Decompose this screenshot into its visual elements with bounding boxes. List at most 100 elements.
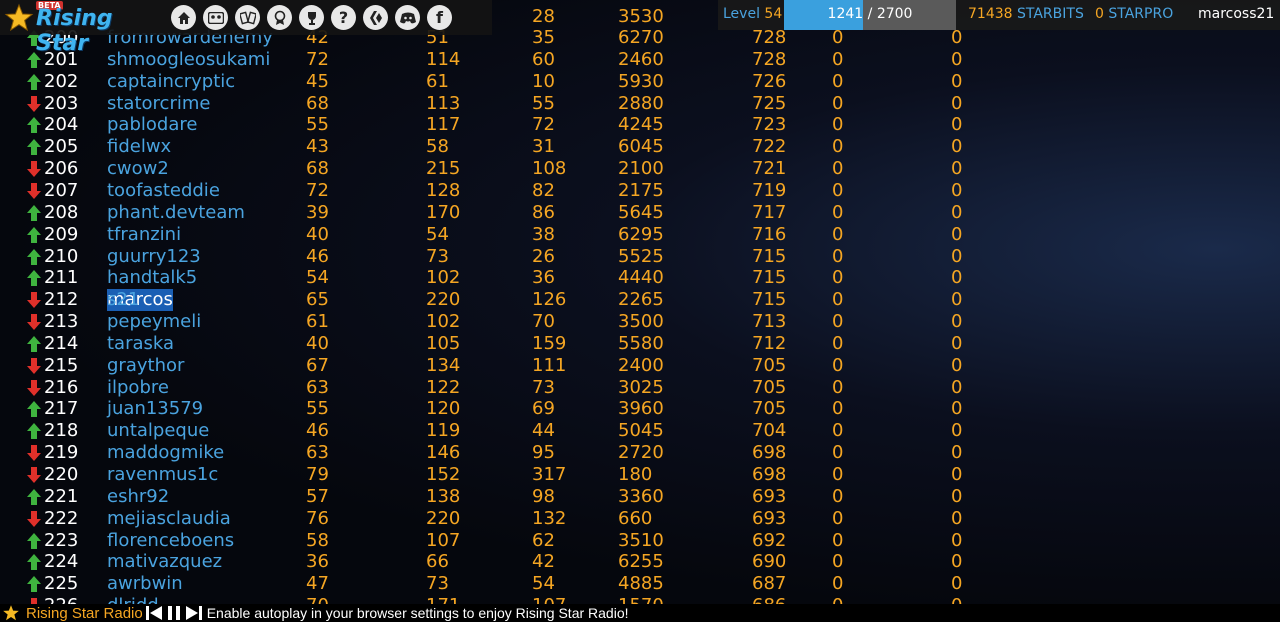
home-icon[interactable]	[171, 5, 196, 30]
username-link[interactable]: mativazquez	[107, 551, 222, 573]
username-link[interactable]: pablodare	[107, 114, 197, 136]
username-link[interactable]: pepeymeli	[107, 311, 201, 333]
discord-icon[interactable]	[395, 5, 420, 30]
next-track-icon[interactable]	[185, 605, 203, 621]
star-logo-icon[interactable]	[4, 3, 34, 33]
username-link[interactable]: statorcrime	[107, 93, 210, 115]
stat-cell: 0	[951, 289, 963, 311]
stat-cell: 717	[752, 201, 787, 223]
stat-cell: 0	[951, 420, 963, 442]
username-link[interactable]: ravenmus1c	[107, 464, 218, 486]
stat-cell: 43	[306, 136, 329, 158]
stat-cell: 61	[306, 311, 329, 333]
player-level: Level 54	[723, 6, 783, 22]
stat-cell: 2880	[618, 92, 664, 114]
username-link[interactable]: untalpeque	[107, 420, 209, 442]
pause-icon[interactable]	[165, 605, 183, 621]
stat-cell: 726	[752, 70, 787, 92]
username-link[interactable]: graythor	[107, 355, 184, 377]
username-link[interactable]: guurry123	[107, 246, 201, 268]
table-row: 212 marcos s21 65 220 126 2265 715 0 0	[0, 289, 1000, 312]
stat-cell: 45	[306, 70, 329, 92]
stat-cell: 36	[532, 267, 555, 289]
username-link[interactable]: cwow2	[107, 158, 169, 180]
username-link[interactable]: florenceboens	[107, 530, 234, 552]
stat-cell: 3360	[618, 485, 664, 507]
table-row: 211 handtalk5 54 102 36 4440 715 0 0	[0, 267, 1000, 289]
rank-cell: 204	[44, 114, 79, 136]
stat-cell: 0	[951, 179, 963, 201]
rank-cell: 212	[44, 289, 79, 311]
stat-cell: 70	[532, 311, 555, 333]
cassette-icon[interactable]	[203, 5, 228, 30]
stat-cell: 715	[752, 289, 787, 311]
trend-up-icon	[26, 137, 42, 157]
stat-cell: 5045	[618, 420, 664, 442]
username-link[interactable]: mejiasclaudia	[107, 508, 231, 530]
username-link[interactable]: awrbwin	[107, 573, 183, 595]
stat-cell: 0	[832, 442, 844, 464]
username-link[interactable]: ilpobre	[107, 377, 169, 399]
stat-cell: 0	[832, 136, 844, 158]
username-link[interactable]: phant.devteam	[107, 202, 245, 224]
xp-progress-bar: 1241 / 2700	[784, 0, 956, 30]
stat-cell: 54	[532, 573, 555, 595]
table-row: 213 pepeymeli 61 102 70 3500 713 0 0	[0, 311, 1000, 333]
stat-cell: 686	[752, 595, 786, 604]
username-link[interactable]: captaincryptic	[107, 71, 235, 93]
rank-cell: 218	[44, 420, 79, 442]
username-link[interactable]: dlrjdd	[107, 595, 159, 604]
stat-cell: 0	[951, 464, 963, 485]
stat-cell: 715	[752, 267, 787, 289]
hive-icon[interactable]	[363, 5, 388, 30]
stat-cell: 47	[306, 573, 329, 595]
brand-logo[interactable]: BETA Rising Star	[36, 0, 164, 56]
stat-cell: 3530	[618, 6, 664, 27]
award-icon[interactable]	[267, 5, 292, 30]
cards-icon[interactable]	[235, 5, 260, 30]
stat-cell: 2720	[618, 442, 664, 464]
stat-cell: 2100	[618, 158, 664, 180]
stat-cell: 728	[752, 48, 787, 70]
trophy-icon[interactable]	[299, 5, 324, 30]
stat-cell: 0	[832, 201, 844, 223]
trend-up-icon	[26, 72, 42, 92]
username-link[interactable]: juan13579	[107, 398, 203, 420]
trend-down-icon	[26, 312, 42, 332]
username-link[interactable]: toofasteddie	[107, 180, 220, 202]
stat-cell: 66	[426, 551, 449, 573]
stat-cell: 317	[532, 464, 567, 485]
username-link[interactable]: fidelwx	[107, 136, 171, 158]
trend-down-icon	[26, 443, 42, 463]
table-row: 220 ravenmus1c 79 152 317 180 698 0 0	[0, 464, 1000, 486]
stat-cell: 725	[752, 92, 787, 114]
stat-cell: 40	[306, 332, 329, 354]
leaderboard: 28 3530 200 fromrowardenemy 42 51 35 6270 728 0…	[0, 0, 1280, 604]
username-link[interactable]: maddogmike	[107, 442, 224, 464]
rank-cell: 224	[44, 551, 79, 573]
stat-cell: 705	[752, 398, 787, 420]
username-link[interactable]: tfranzini	[107, 224, 181, 246]
facebook-icon[interactable]: f	[427, 5, 452, 30]
stat-cell: 693	[752, 507, 787, 529]
stat-cell: 57	[306, 485, 329, 507]
username-link[interactable]: handtalk5	[107, 267, 197, 289]
stat-cell: 134	[426, 354, 461, 376]
stat-cell: 713	[752, 311, 787, 333]
table-row: 223 florenceboens 58 107 62 3510 692 0 0	[0, 530, 1000, 552]
table-row: 209 tfranzini 40 54 38 6295 716 0 0	[0, 224, 1000, 246]
stat-cell: 722	[752, 136, 787, 158]
current-username[interactable]: marcoss21	[1198, 6, 1274, 22]
stat-cell: 6255	[618, 551, 664, 573]
stat-cell: 0	[951, 92, 963, 114]
help-icon[interactable]: ?	[331, 5, 356, 30]
username-link[interactable]: taraska	[107, 333, 174, 355]
username-link[interactable]: eshr92	[107, 486, 169, 508]
stat-cell: 159	[532, 332, 567, 354]
stat-cell: 0	[832, 92, 844, 114]
trend-up-icon	[26, 247, 42, 267]
stat-cell: 28	[532, 6, 555, 27]
stat-cell: 705	[752, 354, 787, 376]
stat-cell: 72	[532, 114, 555, 136]
previous-track-icon[interactable]	[145, 605, 163, 621]
